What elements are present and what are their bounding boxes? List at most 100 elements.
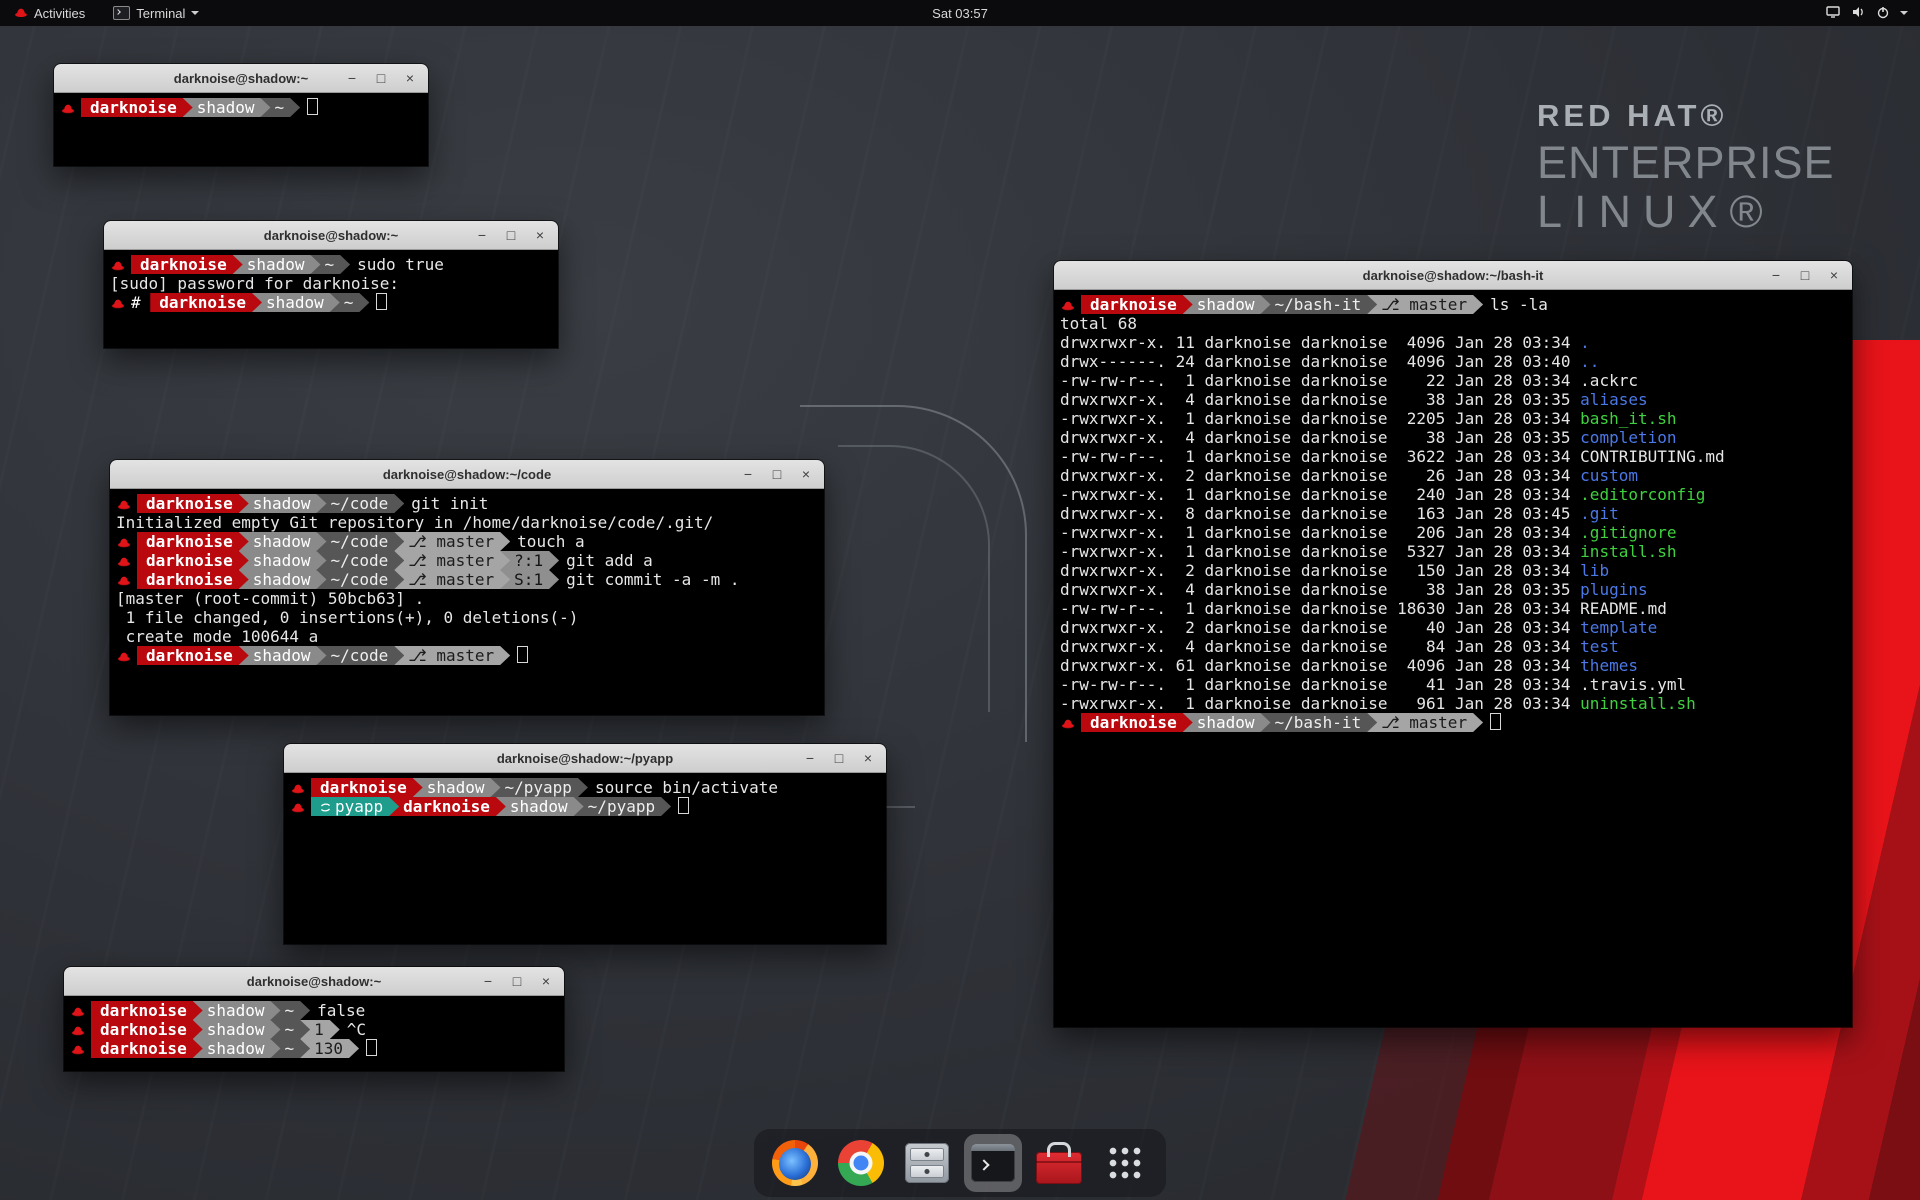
redhat-prompt-icon — [71, 1002, 86, 1021]
prompt-segment-path: ~/code — [317, 532, 405, 551]
prompt-segment-user: darknoise — [1081, 295, 1193, 314]
file-name: completion — [1580, 428, 1676, 447]
file-name: aliases — [1580, 390, 1647, 409]
maximize-button[interactable]: □ — [829, 748, 849, 768]
terminal-cursor — [517, 646, 528, 663]
file-name: .travis.yml — [1580, 675, 1686, 694]
terminal-line: darknoiseshadow~/pyappsource bin/activat… — [290, 778, 880, 797]
window-title: darknoise@shadow:~ — [247, 974, 381, 989]
terminal-content[interactable]: darknoiseshadow~/codegit initInitialized… — [110, 489, 824, 715]
redhat-prompt-icon — [117, 533, 132, 552]
prompt-segment-host: shadow — [193, 1001, 281, 1020]
terminal-line: -rwxrwxr-x. 1 darknoise darknoise 240 Ja… — [1060, 485, 1846, 504]
prompt-segment-git: ⎇ master — [1367, 295, 1483, 314]
dock-item-terminal[interactable] — [964, 1134, 1022, 1192]
window-titlebar[interactable]: darknoise@shadow:~ − □ × — [54, 64, 428, 93]
window-titlebar[interactable]: darknoise@shadow:~/code − □ × — [110, 460, 824, 489]
terminal-line: -rwxrwxr-x. 1 darknoise darknoise 5327 J… — [1060, 542, 1846, 561]
close-button[interactable]: × — [400, 68, 420, 88]
maximize-button[interactable]: □ — [501, 225, 521, 245]
prompt-segment-user: darknoise — [137, 646, 249, 665]
file-name: template — [1580, 618, 1657, 637]
close-button[interactable]: × — [530, 225, 550, 245]
prompt-segment-user: darknoise — [137, 494, 249, 513]
terminal-line: -rw-rw-r--. 1 darknoise darknoise 18630 … — [1060, 599, 1846, 618]
window-titlebar[interactable]: darknoise@shadow:~/pyapp − □ × — [284, 744, 886, 773]
file-name: . — [1580, 333, 1590, 352]
terminal-content[interactable]: darknoiseshadow~sudo true[sudo] password… — [104, 250, 558, 348]
prompt-segment-host: shadow — [239, 570, 327, 589]
window-titlebar[interactable]: darknoise@shadow:~ − □ × — [104, 221, 558, 250]
prompt-segment-host: shadow — [239, 551, 327, 570]
dock-item-firefox[interactable] — [766, 1134, 824, 1192]
prompt-segment-host: shadow — [413, 778, 501, 797]
prompt-segment-git: ⎇ master — [394, 570, 510, 589]
prompt-segment-path: ~/pyapp — [574, 797, 671, 816]
terminal-line: darknoiseshadow~/bash-it⎇ master — [1060, 713, 1846, 732]
close-button[interactable]: × — [858, 748, 878, 768]
terminal-line: darknoiseshadow~/code⎇ masterS:1git comm… — [116, 570, 818, 589]
maximize-button[interactable]: □ — [767, 464, 787, 484]
dock-item-files[interactable] — [898, 1134, 956, 1192]
prompt-segment-host: shadow — [193, 1039, 281, 1058]
terminal-cursor — [678, 797, 689, 814]
terminal-line: -rwxrwxr-x. 1 darknoise darknoise 961 Ja… — [1060, 694, 1846, 713]
terminal-line: darknoiseshadow~1^C — [70, 1020, 558, 1039]
prompt-segment-user: darknoise — [81, 98, 193, 117]
redhat-prompt-icon — [61, 99, 76, 118]
minimize-button[interactable]: − — [342, 68, 362, 88]
terminal-line: -rwxrwxr-x. 1 darknoise darknoise 206 Ja… — [1060, 523, 1846, 542]
prompt-segment-path: ~/code — [317, 494, 405, 513]
prompt-segment-host: shadow — [252, 293, 340, 312]
terminal-content[interactable]: darknoiseshadow~ — [54, 93, 428, 166]
prompt-segment-user: darknoise — [389, 797, 506, 816]
window-titlebar[interactable]: darknoise@shadow:~/bash-it − □ × — [1054, 261, 1852, 290]
window-title: darknoise@shadow:~/code — [383, 467, 551, 482]
prompt-segment-path: ~/pyapp — [491, 778, 588, 797]
window-title: darknoise@shadow:~/pyapp — [497, 751, 673, 766]
dock-item-app-grid[interactable] — [1096, 1134, 1154, 1192]
terminal-icon — [971, 1144, 1015, 1182]
prompt-segment-git: ⎇ master — [394, 551, 510, 570]
minimize-button[interactable]: − — [478, 971, 498, 991]
terminal-content[interactable]: darknoiseshadow~/pyappsource bin/activat… — [284, 773, 886, 944]
terminal-window-pyapp: darknoise@shadow:~/pyapp − □ × darknoise… — [284, 744, 886, 944]
maximize-button[interactable]: □ — [371, 68, 391, 88]
file-name: README.md — [1580, 599, 1667, 618]
prompt-segment-git: ⎇ master — [394, 532, 510, 551]
terminal-content[interactable]: darknoiseshadow~/bash-it⎇ masterls -lato… — [1054, 290, 1852, 1027]
window-titlebar[interactable]: darknoise@shadow:~ − □ × — [64, 967, 564, 996]
terminal-line: -rw-rw-r--. 1 darknoise darknoise 3622 J… — [1060, 447, 1846, 466]
clock-label[interactable]: Sat 03:57 — [932, 6, 988, 21]
terminal-content[interactable]: darknoiseshadow~falsedarknoiseshadow~1^C… — [64, 996, 564, 1071]
dock-item-chrome[interactable] — [832, 1134, 890, 1192]
file-name: plugins — [1580, 580, 1647, 599]
terminal-line: darknoiseshadow~/code⎇ mastertouch a — [116, 532, 818, 551]
top-bar: Activities Terminal Sat 03:57 — [0, 0, 1920, 26]
file-name: install.sh — [1580, 542, 1676, 561]
window-title: darknoise@shadow:~ — [174, 71, 308, 86]
terminal-window-code: darknoise@shadow:~/code − □ × darknoises… — [110, 460, 824, 715]
prompt-segment-user: darknoise — [1081, 713, 1193, 732]
terminal-line: pyappdarknoiseshadow~/pyapp — [290, 797, 880, 816]
minimize-button[interactable]: − — [1766, 265, 1786, 285]
close-button[interactable]: × — [1824, 265, 1844, 285]
prompt-segment-git: ⎇ master — [1367, 713, 1483, 732]
desktop: RED HAT® ENTERPRISE LINUX® darknoise@sha… — [0, 0, 1920, 1200]
terminal-line: Initialized empty Git repository in /hom… — [116, 513, 818, 532]
minimize-button[interactable]: − — [472, 225, 492, 245]
close-button[interactable]: × — [536, 971, 556, 991]
minimize-button[interactable]: − — [800, 748, 820, 768]
minimize-button[interactable]: − — [738, 464, 758, 484]
file-name: uninstall.sh — [1580, 694, 1696, 713]
redhat-prompt-icon — [1061, 296, 1076, 315]
prompt-segment-user: darknoise — [131, 255, 243, 274]
terminal-cursor — [366, 1039, 377, 1056]
close-button[interactable]: × — [796, 464, 816, 484]
terminal-line: 1 file changed, 0 insertions(+), 0 delet… — [116, 608, 818, 627]
maximize-button[interactable]: □ — [1795, 265, 1815, 285]
prompt-segment-user: darknoise — [137, 551, 249, 570]
terminal-line: darknoiseshadow~/codegit init — [116, 494, 818, 513]
maximize-button[interactable]: □ — [507, 971, 527, 991]
dock-item-toolbox[interactable] — [1030, 1134, 1088, 1192]
